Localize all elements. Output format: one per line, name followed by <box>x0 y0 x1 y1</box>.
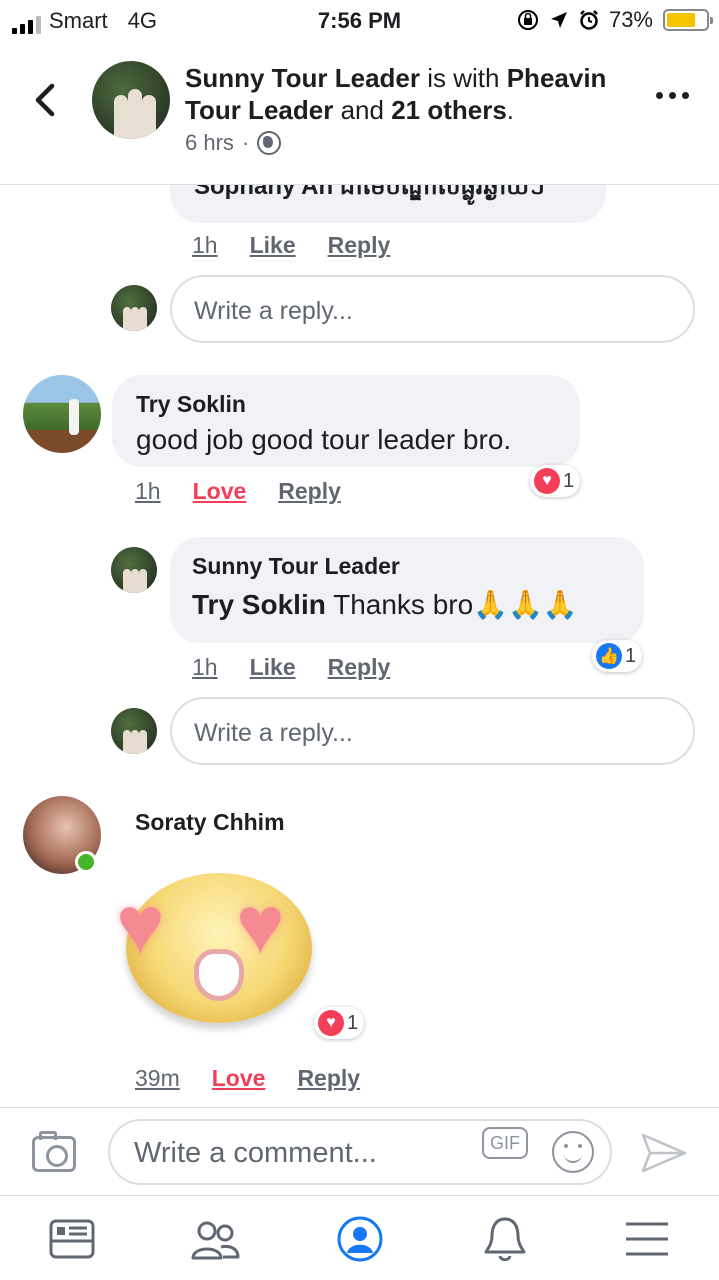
reaction-number: 1 <box>347 1011 359 1034</box>
orientation-lock-icon <box>517 10 538 30</box>
avatar[interactable] <box>111 547 157 593</box>
comment-composer: Write a comment... GIF <box>0 1107 719 1195</box>
comment-time[interactable]: 39m <box>135 1065 180 1092</box>
like-button[interactable]: Like <box>250 232 296 259</box>
meta-separator: · <box>241 130 250 155</box>
tab-friends[interactable] <box>190 1214 240 1264</box>
friends-icon <box>191 1221 240 1260</box>
avatar[interactable] <box>23 375 101 453</box>
avatar <box>111 285 157 331</box>
news-feed-icon <box>49 1219 95 1259</box>
tab-news-feed[interactable] <box>47 1214 97 1264</box>
heart-eye-left-icon: ♥ <box>116 880 165 971</box>
pray-emoji: 🙏🙏🙏 <box>473 589 578 620</box>
more-button[interactable] <box>656 92 689 99</box>
comment-time[interactable]: 1h <box>192 232 218 259</box>
post-title: Sunny Tour Leader is with Pheavin Tour L… <box>185 62 645 126</box>
battery-fill <box>667 13 695 27</box>
tab-bar <box>0 1195 719 1280</box>
online-indicator <box>75 851 97 873</box>
chevron-left-icon <box>35 83 55 117</box>
reply-message: Thanks bro <box>333 589 474 620</box>
tab-notifications[interactable] <box>480 1214 530 1264</box>
others-link[interactable]: 21 others <box>391 95 507 125</box>
comment-actions: 1h Love Reply <box>135 478 341 505</box>
tab-menu[interactable] <box>622 1214 672 1264</box>
reaction-count[interactable]: 👍 1 <box>592 640 643 672</box>
comment-actions: 1h Like Reply <box>192 232 390 259</box>
like-button[interactable]: Like <box>250 654 296 681</box>
back-button[interactable] <box>30 82 60 118</box>
reply-bubble: Sunny Tour Leader Try Soklin Thanks bro🙏… <box>170 537 644 643</box>
mouth <box>194 949 244 1001</box>
post-header: Sunny Tour Leader is with Pheavin Tour L… <box>0 40 719 185</box>
author-avatar[interactable] <box>92 61 170 139</box>
camera-icon[interactable] <box>32 1131 76 1172</box>
author-name[interactable]: Sunny Tour Leader <box>185 63 420 93</box>
comment-text: good job good tour leader bro. <box>136 424 512 455</box>
comment-author[interactable]: Sunny Tour Leader <box>192 553 622 580</box>
avatar <box>111 708 157 754</box>
comments-feed[interactable]: Sophany An ជាមេបណ្ឌាលផ្លូវឆ្ងាយៗ 1h Like… <box>0 185 719 1107</box>
reaction-count[interactable]: ♥ 1 <box>314 1007 365 1039</box>
reaction-number: 1 <box>563 469 575 492</box>
location-icon <box>550 12 567 28</box>
globe-icon <box>257 131 282 155</box>
smile-icon[interactable] <box>552 1131 594 1173</box>
with-text: is with <box>427 63 500 93</box>
reaction-number: 1 <box>625 644 637 667</box>
comment-text: Try Soklin Thanks bro🙏🙏🙏 <box>192 588 622 621</box>
reply-button[interactable]: Reply <box>278 478 341 505</box>
status-bar: Smart 4G 7:56 PM 73% <box>0 0 719 40</box>
period: . <box>506 95 515 125</box>
love-button[interactable]: Love <box>193 478 247 505</box>
reply-input[interactable]: Write a reply... <box>170 275 695 343</box>
comment-time[interactable]: 1h <box>192 654 218 681</box>
comment-author[interactable]: Try Soklin <box>136 391 556 418</box>
comment-bubble: Sophany An ជាមេបណ្ឌាលផ្លូវឆ្ងាយៗ <box>170 185 606 223</box>
reply-input[interactable]: Write a reply... <box>170 697 695 765</box>
comment-actions: 1h Like Reply <box>192 654 390 681</box>
tab-profile[interactable] <box>335 1214 385 1264</box>
comment-author[interactable]: Soraty Chhim <box>135 809 285 836</box>
comment-time[interactable]: 1h <box>135 478 161 505</box>
heart-eye-right-icon: ♥ <box>236 880 285 971</box>
comment-text: Sophany An ជាមេបណ្ឌាលផ្លូវឆ្ងាយៗ <box>194 185 545 200</box>
battery-icon <box>663 9 713 31</box>
thumbs-up-icon: 👍 <box>596 643 622 669</box>
love-button[interactable]: Love <box>212 1065 266 1092</box>
comment-actions: 39m Love Reply <box>135 1065 360 1092</box>
heart-icon: ♥ <box>534 468 560 494</box>
reply-button[interactable]: Reply <box>328 232 391 259</box>
more-icon <box>656 92 663 99</box>
reply-button[interactable]: Reply <box>328 654 391 681</box>
mention-link[interactable]: Try Soklin <box>192 589 326 620</box>
gif-button[interactable]: GIF <box>482 1127 528 1159</box>
notifications-icon <box>484 1217 526 1262</box>
battery-percent: 73% <box>608 7 653 32</box>
heart-icon: ♥ <box>318 1010 344 1036</box>
and-text: and <box>340 95 384 125</box>
reaction-count[interactable]: ♥ 1 <box>530 465 581 497</box>
comment-bubble: Try Soklin good job good tour leader bro… <box>112 375 580 467</box>
post-time[interactable]: 6 hrs <box>185 130 234 156</box>
send-icon[interactable] <box>640 1132 688 1174</box>
post-meta: 6 hrs · <box>185 130 282 156</box>
comment-input[interactable]: Write a comment... <box>108 1119 612 1185</box>
menu-icon <box>626 1222 668 1256</box>
heart-eyes-sticker[interactable]: ♥ ♥ <box>116 865 318 1030</box>
profile-icon <box>337 1216 383 1262</box>
reply-button[interactable]: Reply <box>297 1065 360 1092</box>
alarm-icon <box>580 10 598 30</box>
